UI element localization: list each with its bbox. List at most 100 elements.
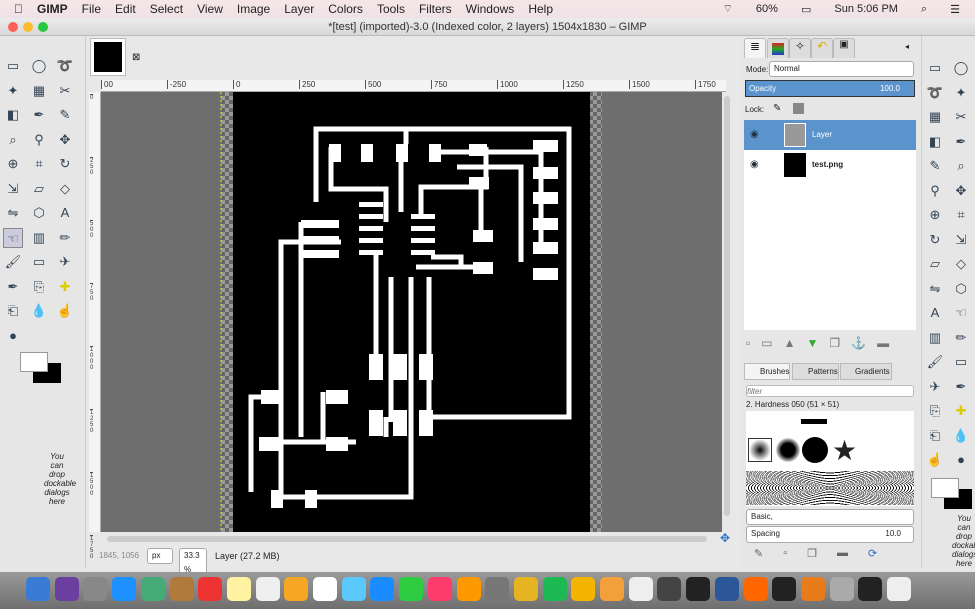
delete-layer-icon[interactable]: ▬ [877,336,889,350]
messages-dock-icon[interactable] [313,577,337,601]
spacing-slider[interactable]: Spacing 10.0 [746,526,914,543]
menu-colors[interactable]: Colors [328,2,363,16]
move-tool-icon[interactable]: ✥ [55,130,75,150]
vertical-scrollbar[interactable] [724,96,730,516]
brushes-tab[interactable]: Brushes [744,363,790,380]
lasso-tool-icon[interactable]: ➰ [55,56,75,76]
siri-dock-icon[interactable] [54,577,79,601]
crop-tool-icon[interactable]: ⌗ [29,154,49,174]
zoom-button[interactable] [38,22,48,32]
finder-dock-icon[interactable] [26,577,50,601]
perspective-clone-tool-icon[interactable]: ⎗ [3,301,23,321]
menu-select[interactable]: Select [150,2,183,16]
rect-select-tool-icon[interactable]: ▭ [925,58,945,78]
color-picker-tool-icon[interactable]: ✎ [925,156,945,176]
tab-undo[interactable]: ↶ [811,38,833,58]
gimp-dock-icon[interactable] [772,577,797,601]
patterns-tab[interactable]: Patterns [792,363,839,380]
scale-tool-icon[interactable]: ⇲ [3,179,23,199]
paths-tool-icon[interactable]: ✒ [29,105,49,125]
app-dock-icon[interactable] [542,577,567,601]
layer-row[interactable]: ◉ Layer [744,120,916,150]
perspective-tool-icon[interactable]: ◇ [55,179,75,199]
measure-tool-icon[interactable]: ⚲ [29,130,49,150]
text-tool-icon[interactable]: A [925,303,945,323]
photos-dock-icon[interactable] [284,577,309,601]
brush-filter-input[interactable] [746,385,914,397]
foreground-color-swatch[interactable] [20,352,48,372]
menu-tools[interactable]: Tools [377,2,405,16]
rotate-tool-icon[interactable]: ↻ [925,230,945,250]
lock-pixels-icon[interactable]: ✎ [773,103,781,114]
fuzzy-select-tool-icon[interactable]: ✦ [3,81,23,101]
anchor-icon[interactable]: ⚓ [851,336,866,350]
menu-image[interactable]: Image [237,2,270,16]
new-group-icon[interactable]: ▭ [761,336,772,350]
menu-list-icon[interactable]: ☰ [950,3,960,16]
search-icon[interactable]: ⌕ [921,3,927,16]
app-dock-icon[interactable] [686,577,711,601]
measure-tool-icon[interactable]: ⚲ [925,181,945,201]
duplicate-layer-icon[interactable]: ❐ [829,336,840,350]
blend-tool-icon[interactable]: ▥ [29,228,49,248]
tab-layers[interactable]: ≣ [744,38,766,58]
x11-dock-icon[interactable] [628,577,653,601]
perspective-clone-tool-icon[interactable]: ⎗ [925,426,945,446]
perspective-tool-icon[interactable]: ◇ [951,254,971,274]
app-dock-icon[interactable] [571,577,596,601]
app-menu[interactable]: GIMP [37,2,68,16]
app-dock-icon[interactable] [800,577,825,601]
shear-tool-icon[interactable]: ▱ [925,254,945,274]
brush-item[interactable] [801,419,827,424]
unit-select[interactable]: px [147,548,173,564]
rotate-tool-icon[interactable]: ↻ [55,154,75,174]
vertical-ruler[interactable]: 02 5 05 0 07 5 01 0 0 01 2 5 01 5 0 01 7… [89,92,101,560]
launchpad-dock-icon[interactable] [83,577,108,601]
blur-tool-icon[interactable]: 💧 [29,301,49,321]
eraser-tool-icon[interactable]: ▭ [951,352,971,372]
gradients-tab[interactable]: Gradients [840,363,892,380]
panel-menu-icon[interactable]: ◂ [905,42,909,51]
move-tool-icon[interactable]: ✥ [951,181,971,201]
airbrush-tool-icon[interactable]: ✈ [925,377,945,397]
horizontal-scrollbar[interactable] [107,536,707,542]
crop-tool-icon[interactable]: ⌗ [951,205,971,225]
brush-preset-select[interactable]: Basic, [746,509,914,525]
apple-menu[interactable]:  [14,2,23,16]
menu-filters[interactable]: Filters [419,2,452,16]
menu-view[interactable]: View [197,2,223,16]
heal-tool-icon[interactable]: ✚ [55,277,75,297]
app-store-dock-icon[interactable] [341,577,366,601]
word-dock-icon[interactable] [657,577,682,601]
chrome-dock-icon[interactable] [485,577,510,601]
menu-edit[interactable]: Edit [115,2,136,16]
image-canvas[interactable] [101,92,722,532]
airbrush-tool-icon[interactable]: ✈ [55,252,75,272]
rect-select-tool-icon[interactable]: ▭ [3,56,23,76]
battery-percent[interactable]: 60% [756,3,778,15]
itunes-dock-icon[interactable] [399,577,424,601]
calendar-dock-icon[interactable] [198,577,223,601]
image-tab[interactable] [90,38,126,76]
pencil-tool-icon[interactable]: ✏ [55,228,75,248]
brush-item[interactable] [802,437,828,463]
color-select-tool-icon[interactable]: ▦ [29,81,49,101]
ink-tool-icon[interactable]: ✒ [951,377,971,397]
selected-brush[interactable] [748,438,772,462]
x11-dock-icon[interactable] [714,577,739,601]
flip-tool-icon[interactable]: ⇋ [3,203,23,223]
ellipse-select-tool-icon[interactable]: ◯ [951,58,971,78]
star-brush[interactable]: ★ [832,434,857,467]
menu-file[interactable]: File [82,2,101,16]
wifi-icon[interactable]: ⌔ [723,2,733,16]
app-dock-icon[interactable] [743,577,768,601]
eye-icon[interactable]: ◉ [750,159,759,170]
heal-tool-icon[interactable]: ✚ [951,401,971,421]
horizontal-ruler[interactable]: 00 -250 0 250 500 750 1000 1250 1500 1750 [101,80,726,92]
layer-name[interactable]: Layer [812,130,832,139]
smudge-tool-icon[interactable]: ☝ [55,301,75,321]
inkscape-dock-icon[interactable] [600,577,624,601]
zoom-tool-icon[interactable]: ⌕ [951,156,971,176]
clone-tool-icon[interactable]: ⎘ [925,401,945,421]
menu-layer[interactable]: Layer [284,2,314,16]
